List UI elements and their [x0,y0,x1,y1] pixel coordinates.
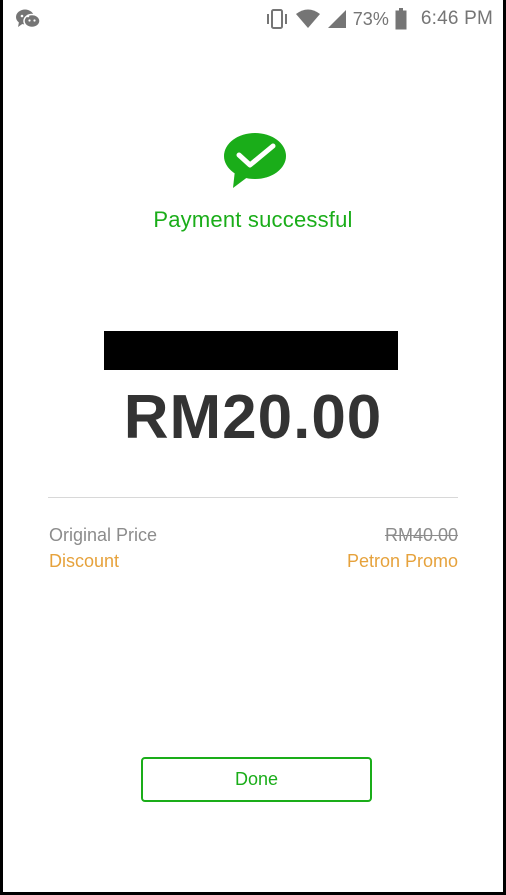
status-bar: 73% 6:46 PM [3,0,503,38]
payment-success-icon [223,132,291,190]
divider [48,497,458,498]
done-button[interactable]: Done [141,757,372,802]
wifi-icon [295,9,321,29]
redacted-merchant-name [104,331,398,370]
discount-label: Discount [49,550,120,571]
payment-status-title: Payment successful [153,207,353,232]
discount-row: Discount Petron Promo [49,548,458,574]
payment-amount: RM20.00 [123,383,383,452]
battery-percent: 73% [352,8,389,29]
payment-screen: 73% 6:46 PM Payment successful RM20.00 O… [0,0,506,895]
vibrate-icon [265,8,289,30]
signal-icon [327,9,347,29]
original-price-row: Original Price RM40.00 [49,522,458,548]
original-price-label: Original Price [49,524,158,545]
clock: 6:46 PM [420,8,493,29]
discount-value: Petron Promo [346,550,458,571]
original-price-value: RM40.00 [384,524,458,545]
status-indicators: 73% 6:46 PM [265,6,493,32]
battery-icon [395,8,407,30]
wechat-icon [15,8,43,30]
